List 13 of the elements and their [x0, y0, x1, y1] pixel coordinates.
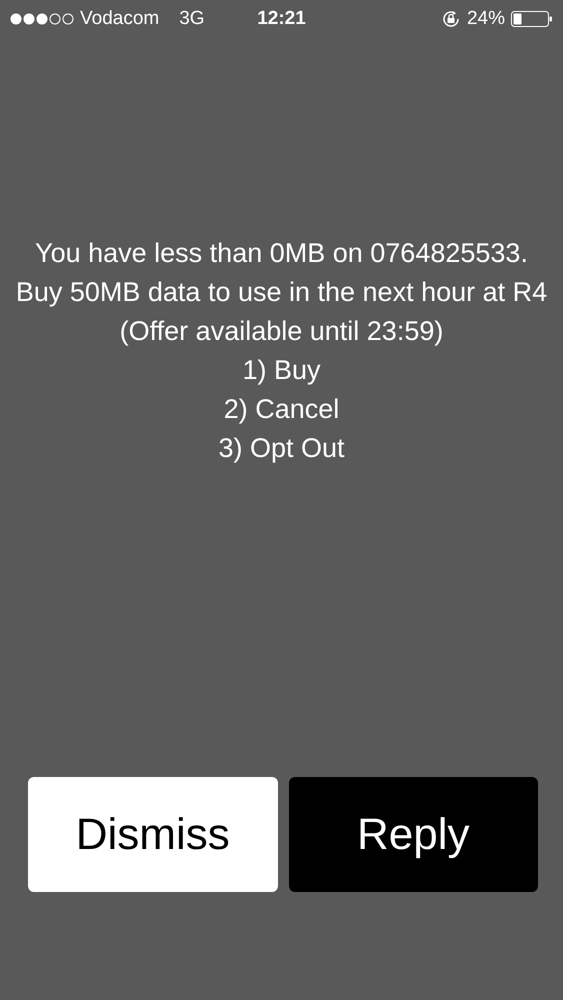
clock: 12:21 — [257, 8, 306, 29]
message-text: 3) Opt Out — [218, 432, 345, 465]
signal-icon — [10, 12, 74, 26]
dismiss-button[interactable]: Dismiss — [28, 777, 278, 892]
message-text: 2) Cancel — [224, 393, 340, 426]
battery-percent: 24% — [466, 8, 505, 30]
message-text: You have less than 0MB on 0764825533. Buy 50MB data to use in the next hour at R4 (Offer available until 23:59) — [14, 237, 548, 348]
message-text: 1) Buy — [242, 354, 321, 387]
carrier-name: Vodacom — [80, 8, 160, 30]
reply-button[interactable]: Reply — [288, 777, 538, 892]
rotation-lock-icon — [440, 9, 461, 29]
battery-icon — [511, 10, 553, 28]
network-type: 3G — [179, 8, 205, 30]
